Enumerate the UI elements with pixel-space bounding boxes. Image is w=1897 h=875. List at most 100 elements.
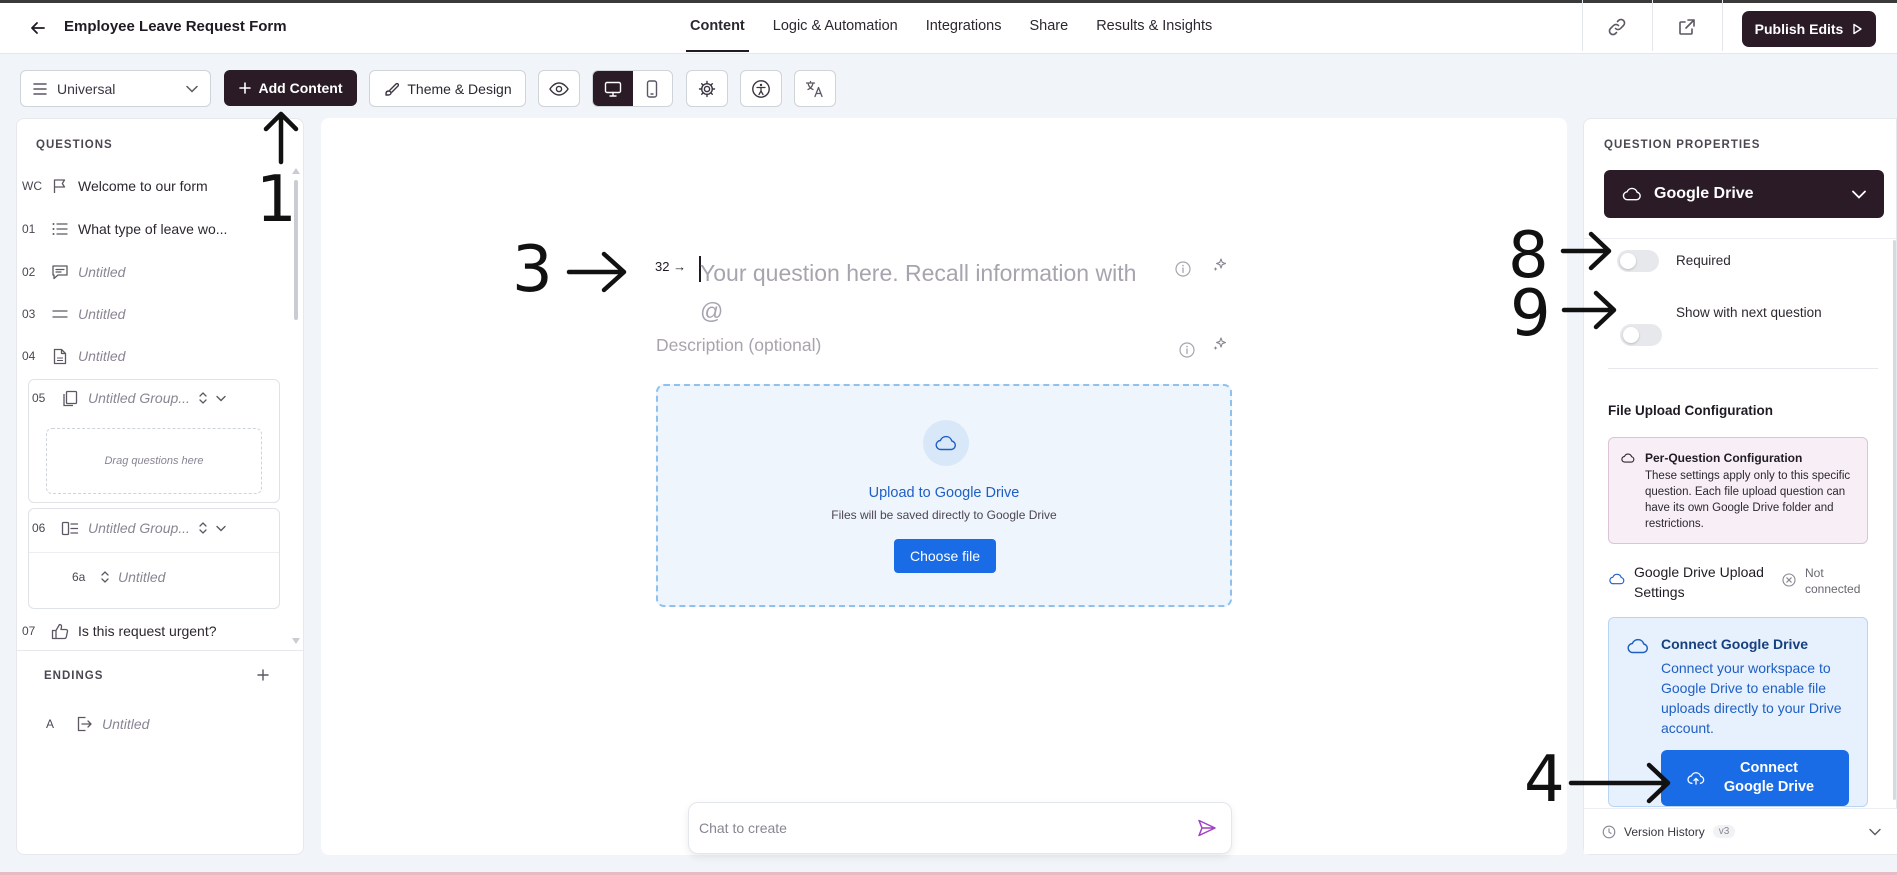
equals-icon (50, 304, 70, 324)
upload-dropzone[interactable]: Upload to Google Drive Files will be sav… (656, 384, 1232, 607)
tab-results-insights[interactable]: Results & Insights (1082, 0, 1226, 51)
question-type-select[interactable]: Google Drive (1604, 170, 1884, 218)
question-type-value: Google Drive (1654, 185, 1754, 202)
mobile-view-button[interactable] (633, 71, 673, 106)
accessibility-icon (752, 79, 770, 98)
upload-icon-circle (923, 420, 969, 466)
question-number: 01 (22, 222, 36, 236)
sparkle-icon (1213, 337, 1227, 350)
translate-icon (805, 80, 823, 97)
properties-scrollbar[interactable] (1893, 240, 1896, 800)
comment-icon (50, 262, 70, 282)
question-title: Untitled (78, 348, 126, 364)
document-icon (50, 346, 70, 366)
copy-link-button[interactable] (1604, 14, 1630, 40)
divider (1608, 368, 1878, 369)
question-number: 6a (72, 570, 86, 584)
theme-design-label: Theme & Design (407, 80, 512, 97)
chevron-down-icon[interactable] (216, 395, 226, 402)
question-info-button[interactable] (1174, 260, 1192, 278)
divider (29, 552, 279, 553)
question-item-welcome[interactable]: WC Welcome to our form (22, 168, 282, 204)
drive-settings-label: Google Drive Upload Settings (1634, 564, 1764, 600)
show-with-next-toggle[interactable] (1620, 324, 1662, 346)
question-title: What type of leave wo... (78, 221, 228, 237)
accessibility-button[interactable] (740, 70, 782, 107)
question-item-07[interactable]: 07 Is this request urgent? (22, 613, 282, 649)
question-number: 03 (22, 307, 36, 321)
back-button[interactable] (26, 16, 50, 40)
clock-icon (1602, 825, 1616, 838)
question-title: Untitled (118, 569, 166, 585)
ending-item-a[interactable]: A Untitled (46, 706, 306, 742)
tab-share[interactable]: Share (1016, 0, 1083, 51)
annotation-number: 1 (256, 163, 297, 237)
question-item-06[interactable]: 06 Untitled Group... (32, 510, 272, 546)
settings-button[interactable] (686, 70, 728, 107)
ai-generate-question-button[interactable] (1212, 257, 1228, 273)
drag-drop-zone[interactable]: Drag questions here (46, 428, 262, 494)
chevron-down-icon (1852, 190, 1866, 199)
question-item-6a[interactable]: 6a Untitled (72, 559, 272, 595)
arrow-left-icon (31, 22, 45, 34)
desktop-view-button[interactable] (593, 71, 633, 106)
tab-integrations[interactable]: Integrations (912, 0, 1016, 51)
question-item-03[interactable]: 03 Untitled (22, 296, 282, 332)
question-title: Untitled Group... (88, 390, 190, 406)
required-toggle[interactable] (1617, 250, 1659, 272)
open-external-button[interactable] (1674, 14, 1700, 40)
translate-button[interactable] (794, 70, 836, 107)
device-toggle (592, 70, 673, 107)
question-item-01[interactable]: 01 What type of leave wo... (22, 211, 282, 247)
tab-logic-automation[interactable]: Logic & Automation (759, 0, 912, 51)
thumbs-up-icon (50, 621, 70, 641)
publish-edits-button[interactable]: Publish Edits (1742, 11, 1876, 47)
question-item-04[interactable]: 04 Untitled (22, 338, 282, 374)
reorder-icon[interactable] (198, 391, 208, 405)
chevron-down-icon[interactable] (216, 525, 226, 532)
question-number-prefix: 32 → (655, 259, 687, 274)
menu-icon (33, 82, 47, 95)
divider (1584, 238, 1897, 239)
question-number: 04 (22, 349, 36, 363)
reorder-icon[interactable] (198, 521, 208, 535)
add-content-label: Add Content (258, 80, 343, 96)
question-title: Is this request urgent? (78, 623, 217, 639)
play-icon (1853, 23, 1863, 35)
view-select[interactable]: Universal (20, 70, 211, 107)
endings-heading: ENDINGS (44, 670, 104, 682)
chat-input[interactable] (699, 820, 1197, 836)
ending-title: Untitled (102, 716, 150, 732)
annotation-number: 3 (512, 233, 553, 307)
question-number: 06 (32, 521, 46, 535)
question-title-input[interactable]: Your question here. Recall information w… (700, 254, 1165, 330)
link-icon (1608, 18, 1626, 36)
connect-desc: Connect your workspace to Google Drive t… (1661, 660, 1842, 736)
version-history-bar[interactable]: Version History v3 (1584, 808, 1897, 854)
question-number: 02 (22, 265, 36, 279)
scroll-down-icon[interactable] (292, 638, 300, 644)
cloud-upload-icon (1687, 772, 1705, 785)
cloud-icon (1621, 453, 1635, 463)
question-title: Untitled (78, 306, 126, 322)
add-content-button[interactable]: Add Content (224, 70, 357, 106)
description-info-button[interactable] (1178, 341, 1196, 359)
chevron-down-icon (1869, 828, 1881, 835)
reorder-icon[interactable] (100, 570, 110, 584)
form-title: Employee Leave Request Form (64, 18, 287, 35)
send-button[interactable] (1197, 819, 1217, 837)
divider (17, 650, 303, 651)
properties-heading: QUESTION PROPERTIES (1604, 139, 1761, 151)
question-item-02[interactable]: 02 Untitled (22, 254, 282, 290)
preview-button[interactable] (538, 70, 580, 107)
theme-design-button[interactable]: Theme & Design (369, 70, 526, 107)
connect-google-drive-button[interactable]: Connect Google Drive (1661, 750, 1849, 806)
question-number: 05 (32, 391, 46, 405)
per-question-desc: These settings apply only to this specif… (1645, 470, 1851, 530)
ai-generate-description-button[interactable] (1212, 336, 1228, 352)
question-item-05[interactable]: 05 Untitled Group... (32, 380, 272, 416)
add-ending-button[interactable] (256, 668, 270, 682)
tab-content[interactable]: Content (676, 0, 759, 52)
choose-file-button[interactable]: Choose file (894, 539, 996, 573)
description-input[interactable]: Description (optional) (656, 335, 821, 356)
